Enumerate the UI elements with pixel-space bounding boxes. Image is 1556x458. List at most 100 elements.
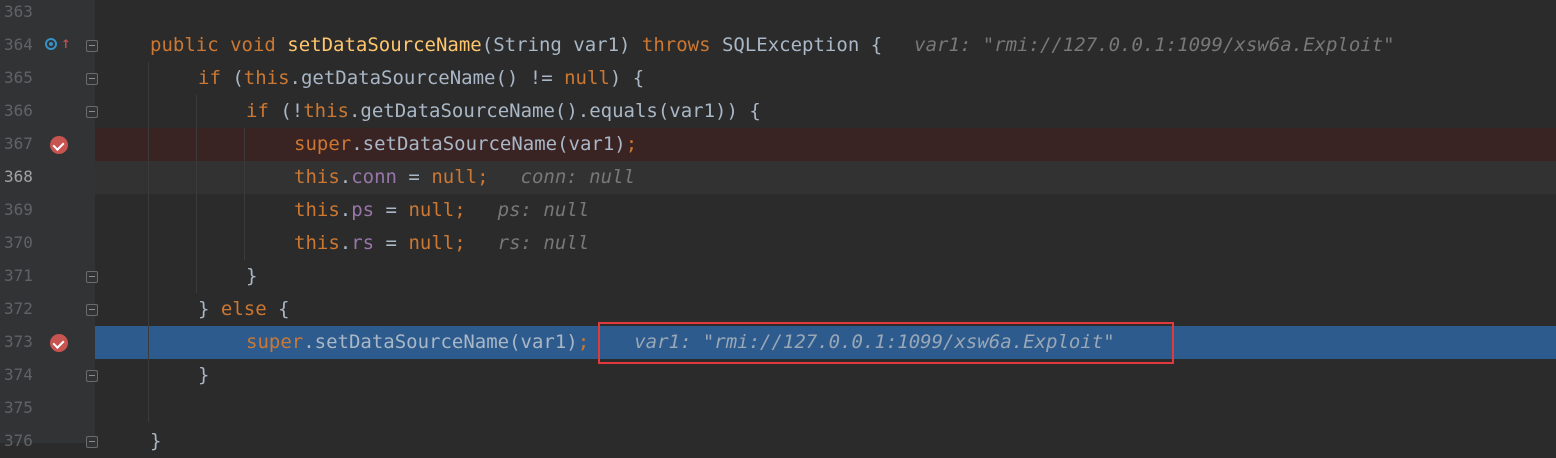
code-line[interactable]: 368 this.conn = null; conn: null: [0, 161, 1556, 194]
gutter-cell[interactable]: 372: [0, 293, 95, 326]
code-area[interactable]: if (!this.getDataSourceName().equals(var…: [95, 95, 1556, 128]
code-token: .: [339, 199, 352, 221]
breakpoint-icon[interactable]: [50, 136, 68, 154]
up-arrow-icon[interactable]: ↑: [61, 35, 71, 51]
gutter-cell[interactable]: 369: [0, 194, 95, 227]
code-token: ;: [577, 331, 590, 353]
code-line[interactable]: 364 public void setDataSourceName(String …: [0, 29, 1556, 62]
code-token: SQLException {: [721, 34, 883, 56]
code-line[interactable]: 370 this.rs = null; rs: null: [0, 227, 1556, 260]
code-token: .setDataSourceName(var1): [351, 133, 626, 155]
code-token: ;: [625, 133, 638, 155]
gutter-cell[interactable]: 373: [0, 326, 95, 359]
code-token: else: [220, 298, 279, 320]
code-token: (: [232, 67, 244, 89]
code-token: null;: [408, 232, 466, 254]
code-editor[interactable]: 363 364 public void setDataSourceName(Stri…: [0, 0, 1556, 452]
code-text: super.setDataSourceName(var1);: [294, 133, 637, 155]
gutter-cell[interactable]: 365: [0, 62, 95, 95]
fold-marker-icon[interactable]: [86, 370, 98, 382]
code-area[interactable]: if (this.getDataSourceName() != null) {: [95, 62, 1556, 95]
code-text: }: [246, 265, 257, 287]
fold-marker-icon[interactable]: [86, 436, 98, 448]
code-token: rs: [351, 232, 375, 254]
code-token: .: [339, 166, 352, 188]
code-token: conn: [351, 166, 397, 188]
gutter-cell[interactable]: 374: [0, 359, 95, 392]
code-area[interactable]: this.conn = null; conn: null: [95, 161, 1556, 194]
line-number: 367: [4, 134, 33, 153]
code-text: if (!this.getDataSourceName().equals(var…: [246, 100, 761, 122]
code-token: super: [294, 133, 352, 155]
line-number: 366: [4, 101, 33, 120]
code-token: this: [294, 166, 340, 188]
line-number: 374: [4, 365, 33, 384]
code-token: public void: [150, 34, 288, 56]
code-text: if (this.getDataSourceName() != null) {: [198, 67, 644, 89]
code-token: (String var1): [481, 34, 642, 56]
gutter-cell[interactable]: 367: [0, 128, 95, 161]
line-number: 376: [4, 431, 33, 450]
code-token: .getDataSourceName() !=: [289, 67, 565, 89]
code-line[interactable]: 365 if (this.getDataSourceName() != null)…: [0, 62, 1556, 95]
code-token: super: [246, 331, 304, 353]
code-token: =: [374, 199, 409, 221]
gutter-cell[interactable]: 376: [0, 425, 95, 458]
code-text: this.rs = null; rs: null: [294, 232, 589, 254]
breakpoint-icon[interactable]: [50, 334, 68, 352]
code-area[interactable]: [95, 0, 1556, 29]
gutter-cell[interactable]: 371: [0, 260, 95, 293]
code-area[interactable]: this.rs = null; rs: null: [95, 227, 1556, 260]
code-area[interactable]: }: [95, 425, 1556, 458]
code-line[interactable]: 371}: [0, 260, 1556, 293]
line-number: 372: [4, 299, 33, 318]
override-icon[interactable]: [45, 38, 57, 50]
code-line[interactable]: 363: [0, 0, 1556, 29]
gutter-cell[interactable]: 368: [0, 161, 95, 194]
line-number: 368: [4, 167, 33, 186]
indent-guide: [244, 128, 245, 260]
code-token: if: [246, 100, 281, 122]
fold-marker-icon[interactable]: [86, 304, 98, 316]
code-token: =: [396, 166, 432, 188]
code-text: public void setDataSourceName(String var…: [150, 34, 1395, 56]
code-area[interactable]: this.ps = null; ps: null: [95, 194, 1556, 227]
indent-guide: [196, 95, 197, 293]
fold-marker-icon[interactable]: [86, 106, 98, 118]
code-area[interactable]: public void setDataSourceName(String var…: [95, 29, 1556, 62]
code-text: }: [150, 430, 161, 452]
code-line[interactable]: 376}: [0, 425, 1556, 458]
code-token: .setDataSourceName(var1): [303, 331, 578, 353]
code-area[interactable]: }: [95, 260, 1556, 293]
code-line[interactable]: 366 if (!this.getDataSourceName().equals(…: [0, 95, 1556, 128]
code-token: }: [150, 430, 162, 452]
code-line[interactable]: 367 super.setDataSourceName(var1);: [0, 128, 1556, 161]
code-token: }: [246, 265, 258, 287]
line-number: 373: [4, 332, 33, 351]
line-number: 369: [4, 200, 33, 219]
gutter-cell[interactable]: 370: [0, 227, 95, 260]
code-token: if: [198, 67, 233, 89]
code-token: null: [564, 67, 610, 89]
inline-debug-value: rs: null: [497, 232, 590, 254]
fold-marker-icon[interactable]: [86, 73, 98, 85]
inline-debug-value: conn: null: [520, 166, 635, 188]
fold-marker-icon[interactable]: [86, 40, 98, 52]
code-token: ps: [351, 199, 375, 221]
code-token: .: [339, 232, 352, 254]
code-line[interactable]: 375: [0, 392, 1556, 425]
gutter-cell[interactable]: 375: [0, 392, 95, 425]
code-line[interactable]: 369 this.ps = null; ps: null: [0, 194, 1556, 227]
code-token: this: [243, 67, 290, 89]
code-token: {: [278, 298, 290, 320]
gutter-cell[interactable]: 363: [0, 0, 95, 29]
code-token: =: [374, 232, 409, 254]
code-token: throws: [641, 34, 722, 56]
code-area[interactable]: [95, 392, 1556, 425]
line-number: 365: [4, 68, 33, 87]
code-text: } else {: [198, 298, 290, 320]
gutter-cell[interactable]: 366: [0, 95, 95, 128]
code-area[interactable]: super.setDataSourceName(var1);: [95, 128, 1556, 161]
code-token: null;: [408, 199, 466, 221]
fold-marker-icon[interactable]: [86, 271, 98, 283]
